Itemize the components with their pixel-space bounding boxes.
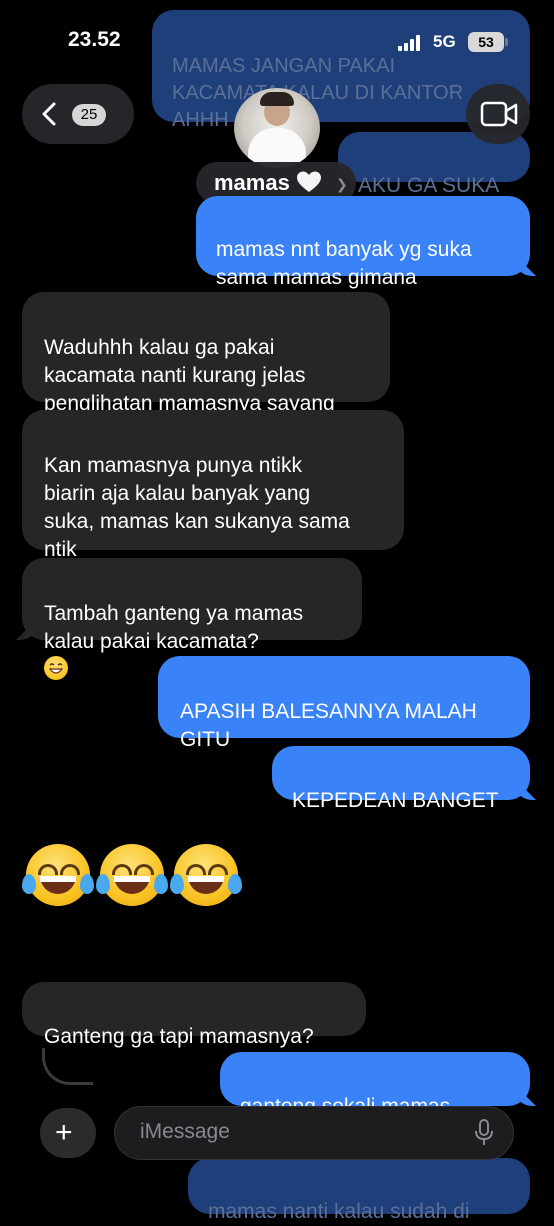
reply-thread-line xyxy=(42,1048,93,1085)
message-bubble-incoming[interactable]: Tambah ganteng ya mamas kalau pakai kaca… xyxy=(22,558,362,680)
unread-count-badge: 25 xyxy=(72,104,106,126)
message-text: Kan mamasnya punya ntikk biarin aja kala… xyxy=(44,454,350,561)
grinning-face-icon xyxy=(44,656,68,680)
message-bubble-incoming[interactable]: Kan mamasnya punya ntikk biarin aja kala… xyxy=(22,410,404,561)
plus-icon: + xyxy=(55,1116,73,1149)
network-type: 5G xyxy=(433,32,456,51)
message-text: APASIH BALESANNYA MALAH GITU xyxy=(180,700,477,751)
tears-of-joy-icon[interactable] xyxy=(96,844,168,906)
message-text: KEPEDEAN BANGET xyxy=(292,789,499,812)
white-heart-icon xyxy=(297,171,321,192)
message-bubble-outgoing[interactable]: KEPEDEAN BANGET xyxy=(272,746,530,812)
message-input-placeholder: iMessage xyxy=(140,1120,230,1143)
message-bubble-outgoing[interactable]: APASIH BALESANNYA MALAH GITU xyxy=(158,656,530,751)
message-bubble-outgoing[interactable]: mamas nanti kalau sudah di xyxy=(188,1158,530,1223)
message-text: Ganteng ga tapi mamasnya? xyxy=(44,1025,314,1048)
message-bubble-outgoing[interactable]: ganteng sekali mamas xyxy=(220,1052,530,1145)
message-text: Tambah ganteng ya mamas kalau pakai kaca… xyxy=(44,602,304,653)
battery-icon: 53 xyxy=(468,32,504,52)
chevron-left-icon xyxy=(42,102,56,126)
message-text: Waduhhh kalau ga pakai kacamata nanti ku… xyxy=(44,336,335,415)
tears-of-joy-icon[interactable] xyxy=(22,844,94,906)
message-bubble-incoming[interactable]: Waduhhh kalau ga pakai kacamata nanti ku… xyxy=(22,292,390,415)
microphone-icon[interactable] xyxy=(474,1118,494,1148)
tears-of-joy-icon[interactable] xyxy=(170,844,242,906)
chevron-right-icon: ❯ xyxy=(336,176,348,192)
contact-avatar[interactable] xyxy=(234,88,320,168)
avatar-hair xyxy=(260,92,294,106)
message-text: AKU GA SUKA xyxy=(358,174,500,197)
status-time: 23.52 xyxy=(68,28,121,51)
contact-name: mamas xyxy=(214,170,290,195)
facetime-button[interactable] xyxy=(466,84,530,144)
signal-icon xyxy=(398,35,424,51)
message-bubble-outgoing[interactable]: mamas nnt banyak yg suka sama mamas gima… xyxy=(196,196,530,289)
video-camera-icon xyxy=(480,101,518,127)
message-text: mamas nnt banyak yg suka sama mamas gima… xyxy=(216,238,472,289)
message-bubble-incoming[interactable]: Ganteng ga tapi mamasnya? xyxy=(22,982,366,1048)
battery-tip xyxy=(505,38,508,46)
message-text: mamas nanti kalau sudah di xyxy=(208,1200,470,1223)
